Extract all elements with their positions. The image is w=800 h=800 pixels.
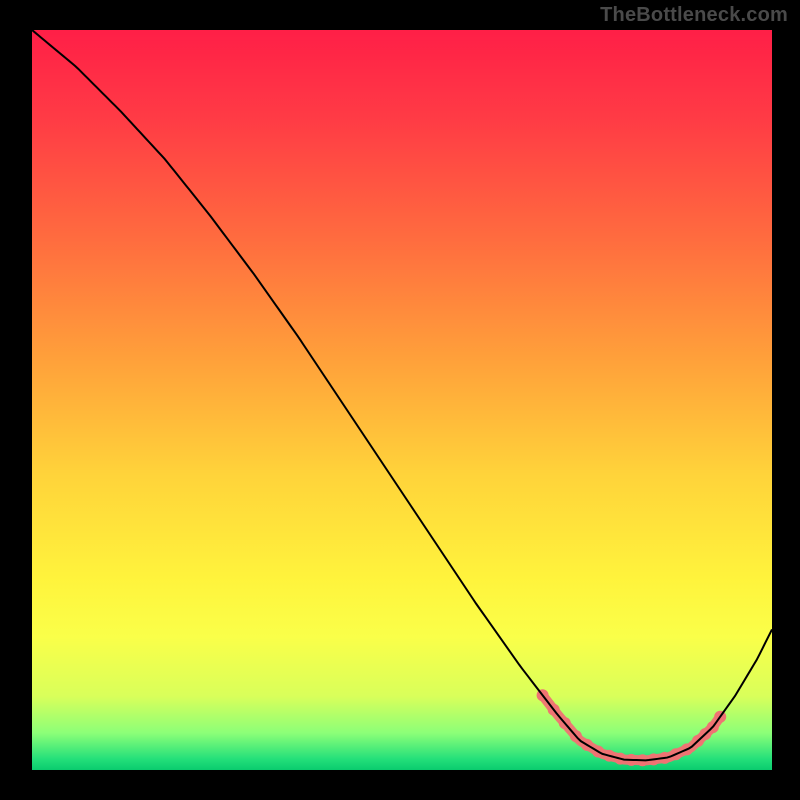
chart-stage: TheBottleneck.com [0, 0, 800, 800]
plot-background [32, 30, 772, 770]
chart-svg [0, 0, 800, 800]
